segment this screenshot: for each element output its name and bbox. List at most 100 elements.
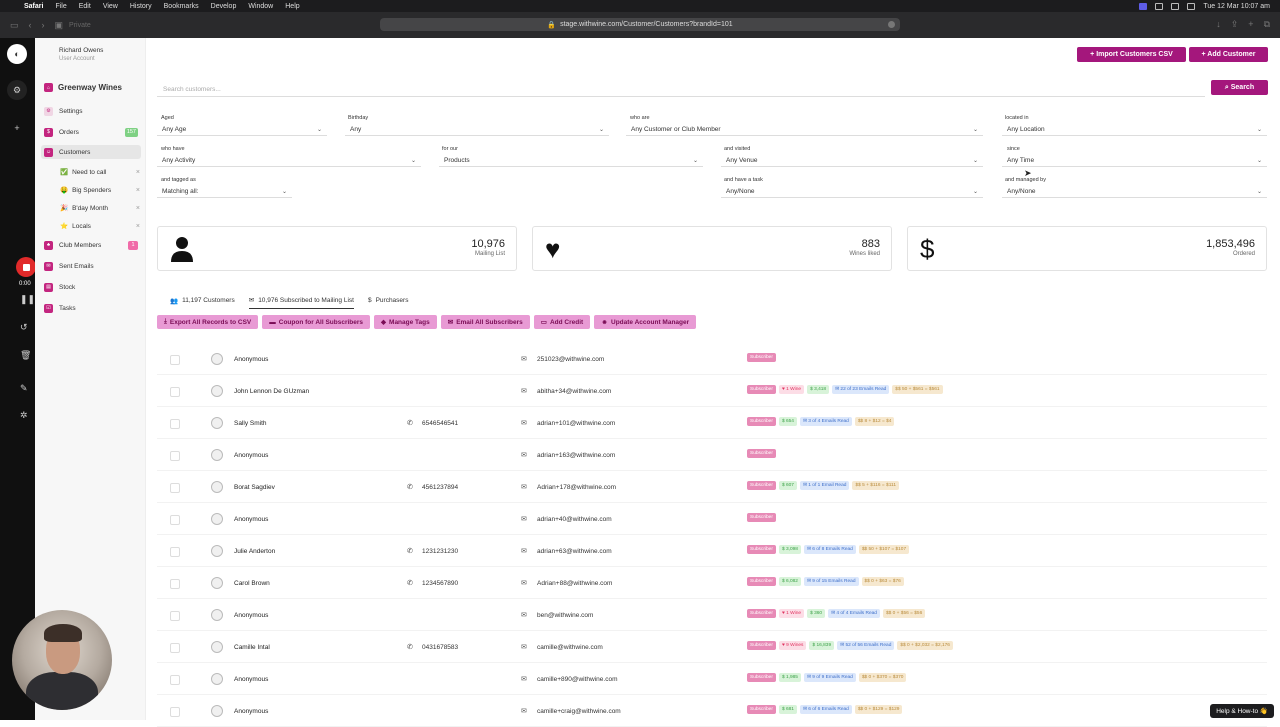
pause-icon[interactable]: ❚❚ bbox=[20, 294, 35, 305]
sidebar-item-customers[interactable]: ☺ Customers bbox=[41, 145, 141, 159]
export-csv-button[interactable]: ⤓ Export All Records to CSV bbox=[157, 315, 259, 329]
remove-segment-icon[interactable]: × bbox=[136, 205, 140, 212]
row-checkbox[interactable] bbox=[170, 611, 180, 621]
customer-name[interactable]: Anonymous bbox=[234, 676, 268, 683]
sidebar-item-sent-emails[interactable]: ✉ Sent Emails bbox=[44, 259, 140, 273]
restart-icon[interactable]: ↺ bbox=[20, 322, 28, 333]
row-checkbox[interactable] bbox=[170, 547, 180, 557]
tab-purchasers[interactable]: $ Purchasers bbox=[368, 296, 409, 309]
address-bar[interactable]: 🔒 stage.withwine.com/Customer/Customers?… bbox=[380, 18, 900, 31]
table-row[interactable]: Anonymous ✉ camille+craig@withwine.com Subs… bbox=[157, 695, 1267, 727]
remove-segment-icon[interactable]: × bbox=[136, 223, 140, 230]
table-row[interactable]: Julie Anderton ✆ 1231231230 ✉ adrian+63@with… bbox=[157, 535, 1267, 567]
customer-name[interactable]: Anonymous bbox=[234, 516, 268, 523]
row-checkbox[interactable] bbox=[170, 419, 180, 429]
back-icon[interactable]: ‹ bbox=[29, 20, 32, 30]
customer-name[interactable]: Anonymous bbox=[234, 708, 268, 715]
trash-icon[interactable]: 🗑 bbox=[20, 350, 31, 361]
aged-select[interactable]: Any Age ⌄ bbox=[157, 123, 327, 136]
menu-edit[interactable]: Edit bbox=[79, 3, 91, 10]
row-checkbox[interactable] bbox=[170, 387, 180, 397]
tab-overview-icon[interactable]: ⧉ bbox=[1264, 19, 1270, 30]
since-select[interactable]: Any Time ⌄ bbox=[1002, 154, 1267, 167]
table-row[interactable]: Camille Intal ✆ 0431678583 ✉ camille@withwin… bbox=[157, 631, 1267, 663]
manage-tags-button[interactable]: ◆ Manage Tags bbox=[374, 315, 437, 329]
sidebar-toggle-icon[interactable]: ▭ bbox=[10, 20, 19, 31]
managed-select[interactable]: Any/None ⌄ bbox=[1002, 185, 1267, 198]
customer-name[interactable]: Sally Smith bbox=[234, 420, 267, 427]
row-checkbox[interactable] bbox=[170, 451, 180, 461]
customer-name[interactable]: Julie Anderton bbox=[234, 548, 275, 555]
forward-icon[interactable]: › bbox=[42, 20, 45, 30]
new-tab-icon[interactable]: + bbox=[1248, 19, 1253, 30]
customer-name[interactable]: John Lennon De GUzman bbox=[234, 388, 309, 395]
download-icon[interactable]: ↓ bbox=[1216, 19, 1221, 30]
plus-icon[interactable]: + bbox=[7, 118, 27, 138]
tab-subscribed[interactable]: ✉ 10,976 Subscribed to Mailing List bbox=[248, 296, 354, 309]
menu-develop[interactable]: Develop bbox=[211, 3, 237, 10]
who-have-select[interactable]: Any Activity ⌄ bbox=[157, 154, 421, 167]
add-credit-button[interactable]: ▭ Add Credit bbox=[533, 315, 591, 329]
tagged-match-select[interactable]: Matching all: ⌄ bbox=[157, 185, 292, 198]
located-select[interactable]: Any Location ⌄ bbox=[1002, 123, 1267, 136]
for-our-select[interactable]: Products ⌄ bbox=[439, 154, 703, 167]
row-checkbox[interactable] bbox=[170, 675, 180, 685]
control-center-icon[interactable] bbox=[1187, 2, 1196, 10]
menu-window[interactable]: Window bbox=[248, 3, 273, 10]
customer-name[interactable]: Camille Intal bbox=[234, 644, 270, 651]
menu-history[interactable]: History bbox=[130, 3, 152, 10]
table-row[interactable]: Anonymous ✉ ben@withwine.com Subscriber ♥ 1 … bbox=[157, 599, 1267, 631]
share-icon[interactable]: ⇪ bbox=[1231, 19, 1239, 30]
menu-view[interactable]: View bbox=[103, 3, 118, 10]
brand-name[interactable]: ⌂ Greenway Wines bbox=[44, 83, 122, 92]
effects-icon[interactable]: ✲ bbox=[20, 410, 28, 421]
segment-big-spenders[interactable]: 🤑 Big Spenders × bbox=[60, 183, 140, 197]
apple-icon[interactable] bbox=[10, 2, 18, 10]
menu-help[interactable]: Help bbox=[285, 3, 299, 10]
settings-gear-icon[interactable]: ⚙ bbox=[7, 80, 27, 100]
row-checkbox[interactable] bbox=[170, 707, 180, 717]
draw-icon[interactable]: ✎ bbox=[20, 383, 28, 394]
customer-name[interactable]: Carol Brown bbox=[234, 580, 270, 587]
table-row[interactable]: Anonymous ✉ 251023@withwine.com Subscriber bbox=[157, 343, 1267, 375]
help-button[interactable]: Help & How-to 👋 bbox=[1210, 704, 1274, 718]
coupon-button[interactable]: ▬ Coupon for All Subscribers bbox=[262, 315, 371, 329]
reload-icon[interactable] bbox=[888, 21, 895, 28]
customer-name[interactable]: Anonymous bbox=[234, 452, 268, 459]
segment-locals[interactable]: ⭐ Locals × bbox=[60, 219, 140, 233]
update-manager-button[interactable]: ☻ Update Account Manager bbox=[594, 315, 697, 329]
row-checkbox[interactable] bbox=[170, 355, 180, 365]
email-subscribers-button[interactable]: ✉ Email All Subscribers bbox=[440, 315, 530, 329]
table-row[interactable]: Sally Smith ✆ 6546546541 ✉ adrian+101@withwi… bbox=[157, 407, 1267, 439]
table-row[interactable]: Anonymous ✉ adrian+163@withwine.com Subscri… bbox=[157, 439, 1267, 471]
row-checkbox[interactable] bbox=[170, 483, 180, 493]
segment-need-to-call[interactable]: ✅ Need to call × bbox=[60, 165, 140, 179]
sidebar-item-stock[interactable]: ▤ Stock bbox=[44, 280, 140, 294]
add-customer-button[interactable]: + Add Customer bbox=[1189, 47, 1268, 62]
screen-record-icon[interactable] bbox=[1139, 2, 1148, 10]
row-checkbox[interactable] bbox=[170, 515, 180, 525]
menubar-clock[interactable]: Tue 12 Mar 10:07 am bbox=[1203, 3, 1270, 10]
sidebar-item-tasks[interactable]: ☑ Tasks bbox=[44, 301, 140, 315]
search-button[interactable]: ⌕ Search bbox=[1211, 80, 1268, 95]
brand-logo-icon[interactable]: ◐ bbox=[7, 44, 27, 64]
table-row[interactable]: Anonymous ✉ camille+890@withwine.com Subscr… bbox=[157, 663, 1267, 695]
table-row[interactable]: Carol Brown ✆ 1234567890 ✉ Adrian+88@withwin… bbox=[157, 567, 1267, 599]
segment-bday-month[interactable]: 🎉 B'day Month × bbox=[60, 201, 140, 215]
sidebar-item-settings[interactable]: ⚙ Settings bbox=[44, 104, 140, 118]
table-row[interactable]: John Lennon De GUzman ✉ abitha+34@withwine… bbox=[157, 375, 1267, 407]
tab-all-customers[interactable]: 👥 11,197 Customers bbox=[170, 296, 235, 309]
who-are-select[interactable]: Any Customer or Club Member ⌄ bbox=[626, 123, 983, 136]
visited-select[interactable]: Any Venue ⌄ bbox=[721, 154, 983, 167]
customer-name[interactable]: Anonymous bbox=[234, 356, 268, 363]
table-row[interactable]: Anonymous ✉ adrian+40@withwine.com Subscrib… bbox=[157, 503, 1267, 535]
sidebar-item-orders[interactable]: $ Orders 157 bbox=[44, 125, 140, 139]
user-account[interactable]: Richard Owens User Account bbox=[59, 47, 103, 62]
search-input[interactable]: Search customers... bbox=[157, 83, 1205, 97]
record-stop-button[interactable] bbox=[16, 257, 36, 277]
row-checkbox[interactable] bbox=[170, 643, 180, 653]
customer-name[interactable]: Borat Sagdiev bbox=[234, 484, 275, 491]
wifi-icon[interactable] bbox=[1171, 2, 1180, 10]
menu-app[interactable]: Safari bbox=[24, 3, 43, 10]
sidebar-item-club-members[interactable]: ♣ Club Members 1 bbox=[44, 238, 140, 252]
